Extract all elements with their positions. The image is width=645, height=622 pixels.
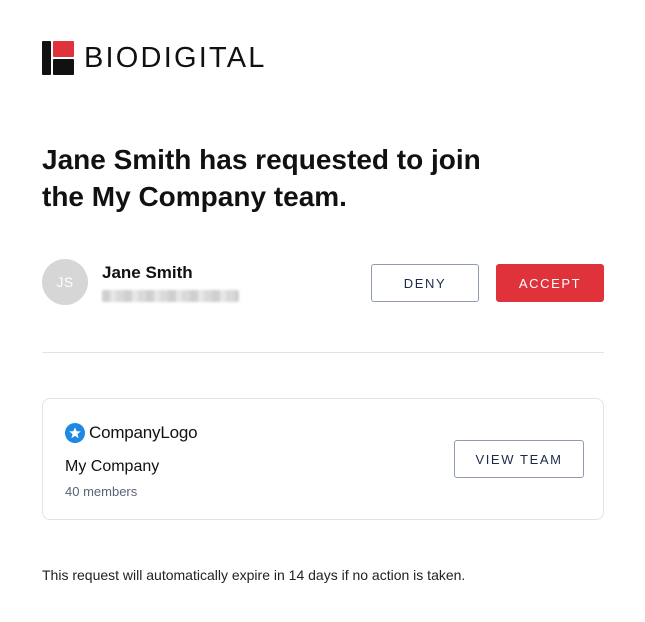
view-team-button[interactable]: VIEW TEAM [454, 440, 584, 478]
page-title-line-2: the My Company team. [42, 181, 347, 212]
brand-header: BIODIGITAL [42, 41, 267, 75]
deny-button[interactable]: DENY [371, 264, 479, 302]
member-count: 40 members [65, 484, 138, 499]
company-logo-text: CompanyLogo [89, 423, 198, 442]
biodigital-logo-icon [42, 41, 74, 75]
company-logo: CompanyLogo [65, 423, 198, 443]
requester-email-redacted [102, 289, 239, 302]
team-card: CompanyLogo My Company 40 members VIEW T… [42, 398, 604, 520]
requester-name: Jane Smith [102, 262, 193, 282]
accept-button[interactable]: ACCEPT [496, 264, 604, 302]
star-icon [65, 423, 85, 443]
page-title-line-1: Jane Smith has requested to join [42, 144, 481, 175]
expiry-note: This request will automatically expire i… [42, 567, 466, 583]
company-name: My Company [65, 458, 160, 475]
avatar: JS [42, 259, 88, 305]
page-title: Jane Smith has requested to join the My … [42, 141, 602, 215]
requester-info: JS Jane Smith [42, 259, 239, 305]
divider [42, 352, 604, 353]
brand-name: BIODIGITAL [84, 41, 267, 74]
